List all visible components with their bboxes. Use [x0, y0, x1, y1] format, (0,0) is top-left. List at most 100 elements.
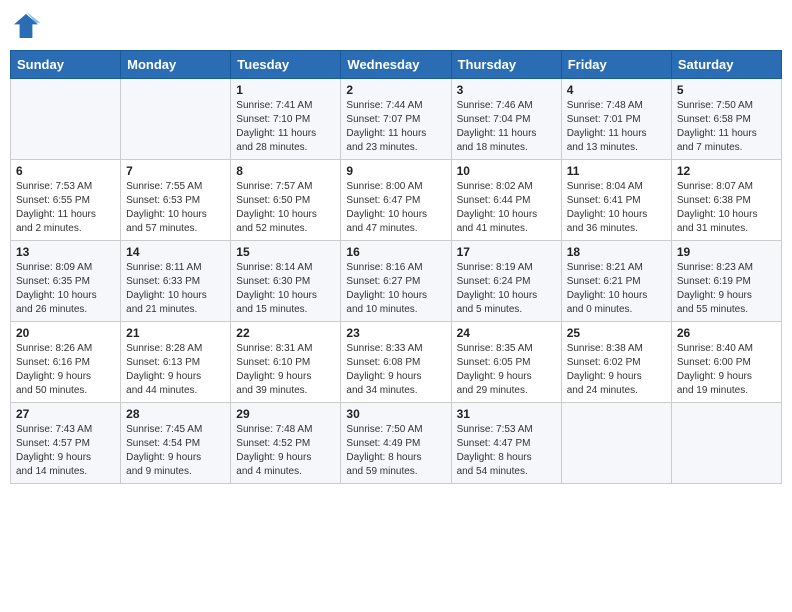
calendar-cell: 31 Sunrise: 7:53 AM Sunset: 4:47 PM Dayli… — [451, 403, 561, 484]
calendar-week: 20 Sunrise: 8:26 AM Sunset: 6:16 PM Dayli… — [11, 322, 782, 403]
day-number: 23 — [346, 326, 445, 340]
calendar-week: 6 Sunrise: 7:53 AM Sunset: 6:55 PM Daylig… — [11, 160, 782, 241]
weekday-header: Friday — [561, 51, 671, 79]
day-info: Sunrise: 7:55 AM Sunset: 6:53 PM Dayligh… — [126, 180, 225, 236]
calendar-header: SundayMondayTuesdayWednesdayThursdayFrid… — [11, 51, 782, 79]
calendar-cell: 10 Sunrise: 8:02 AM Sunset: 6:44 PM Dayli… — [451, 160, 561, 241]
day-info: Sunrise: 8:40 AM Sunset: 6:00 PM Dayligh… — [677, 342, 776, 398]
day-number: 4 — [567, 83, 666, 97]
day-info: Sunrise: 8:19 AM Sunset: 6:24 PM Dayligh… — [457, 261, 556, 317]
page-header — [10, 10, 782, 42]
calendar-table: SundayMondayTuesdayWednesdayThursdayFrid… — [10, 50, 782, 484]
day-number: 28 — [126, 407, 225, 421]
day-info: Sunrise: 7:50 AM Sunset: 4:49 PM Dayligh… — [346, 423, 445, 479]
calendar-cell: 28 Sunrise: 7:45 AM Sunset: 4:54 PM Dayli… — [121, 403, 231, 484]
calendar-body: 1 Sunrise: 7:41 AM Sunset: 7:10 PM Daylig… — [11, 79, 782, 484]
calendar-cell: 2Sunrise: 7:44 AM Sunset: 7:07 PM Daylig… — [341, 79, 451, 160]
day-number: 17 — [457, 245, 556, 259]
day-number: 10 — [457, 164, 556, 178]
calendar-cell: 25Sunrise: 8:38 AM Sunset: 6:02 PM Dayli… — [561, 322, 671, 403]
calendar-cell: 12Sunrise: 8:07 AM Sunset: 6:38 PM Dayli… — [671, 160, 781, 241]
day-number: 11 — [567, 164, 666, 178]
calendar-cell: 11Sunrise: 8:04 AM Sunset: 6:41 PM Dayli… — [561, 160, 671, 241]
day-number: 26 — [677, 326, 776, 340]
day-number: 14 — [126, 245, 225, 259]
calendar-cell — [561, 403, 671, 484]
calendar-cell: 7 Sunrise: 7:55 AM Sunset: 6:53 PM Daylig… — [121, 160, 231, 241]
calendar-week: 27 Sunrise: 7:43 AM Sunset: 4:57 PM Dayli… — [11, 403, 782, 484]
calendar-week: 13 Sunrise: 8:09 AM Sunset: 6:35 PM Dayli… — [11, 241, 782, 322]
day-number: 29 — [236, 407, 335, 421]
day-info: Sunrise: 7:48 AM Sunset: 4:52 PM Dayligh… — [236, 423, 335, 479]
day-info: Sunrise: 7:53 AM Sunset: 6:55 PM Dayligh… — [16, 180, 115, 236]
day-number: 16 — [346, 245, 445, 259]
day-info: Sunrise: 7:45 AM Sunset: 4:54 PM Dayligh… — [126, 423, 225, 479]
calendar-cell: 19 Sunrise: 8:23 AM Sunset: 6:19 PM Dayli… — [671, 241, 781, 322]
day-number: 7 — [126, 164, 225, 178]
day-info: Sunrise: 7:50 AM Sunset: 6:58 PM Dayligh… — [677, 99, 776, 155]
day-number: 9 — [346, 164, 445, 178]
day-number: 3 — [457, 83, 556, 97]
calendar-cell — [671, 403, 781, 484]
day-number: 20 — [16, 326, 115, 340]
calendar-cell: 27 Sunrise: 7:43 AM Sunset: 4:57 PM Dayli… — [11, 403, 121, 484]
day-info: Sunrise: 8:14 AM Sunset: 6:30 PM Dayligh… — [236, 261, 335, 317]
calendar-cell: 5 Sunrise: 7:50 AM Sunset: 6:58 PM Daylig… — [671, 79, 781, 160]
day-number: 5 — [677, 83, 776, 97]
calendar-cell: 22Sunrise: 8:31 AM Sunset: 6:10 PM Dayli… — [231, 322, 341, 403]
calendar-cell: 9 Sunrise: 8:00 AM Sunset: 6:47 PM Daylig… — [341, 160, 451, 241]
calendar-cell: 4 Sunrise: 7:48 AM Sunset: 7:01 PM Daylig… — [561, 79, 671, 160]
day-number: 25 — [567, 326, 666, 340]
day-number: 31 — [457, 407, 556, 421]
day-number: 24 — [457, 326, 556, 340]
weekday-header: Sunday — [11, 51, 121, 79]
day-number: 21 — [126, 326, 225, 340]
day-info: Sunrise: 8:35 AM Sunset: 6:05 PM Dayligh… — [457, 342, 556, 398]
day-info: Sunrise: 7:41 AM Sunset: 7:10 PM Dayligh… — [236, 99, 335, 155]
day-info: Sunrise: 7:43 AM Sunset: 4:57 PM Dayligh… — [16, 423, 115, 479]
day-info: Sunrise: 8:11 AM Sunset: 6:33 PM Dayligh… — [126, 261, 225, 317]
calendar-cell: 15 Sunrise: 8:14 AM Sunset: 6:30 PM Dayli… — [231, 241, 341, 322]
day-info: Sunrise: 8:02 AM Sunset: 6:44 PM Dayligh… — [457, 180, 556, 236]
calendar-cell: 21 Sunrise: 8:28 AM Sunset: 6:13 PM Dayli… — [121, 322, 231, 403]
day-info: Sunrise: 8:23 AM Sunset: 6:19 PM Dayligh… — [677, 261, 776, 317]
day-number: 2 — [346, 83, 445, 97]
calendar-cell — [11, 79, 121, 160]
calendar-cell: 30Sunrise: 7:50 AM Sunset: 4:49 PM Dayli… — [341, 403, 451, 484]
calendar-cell: 17 Sunrise: 8:19 AM Sunset: 6:24 PM Dayli… — [451, 241, 561, 322]
day-info: Sunrise: 8:21 AM Sunset: 6:21 PM Dayligh… — [567, 261, 666, 317]
calendar-cell: 13 Sunrise: 8:09 AM Sunset: 6:35 PM Dayli… — [11, 241, 121, 322]
day-info: Sunrise: 7:53 AM Sunset: 4:47 PM Dayligh… — [457, 423, 556, 479]
calendar-cell: 3Sunrise: 7:46 AM Sunset: 7:04 PM Daylig… — [451, 79, 561, 160]
day-info: Sunrise: 7:57 AM Sunset: 6:50 PM Dayligh… — [236, 180, 335, 236]
weekday-header: Monday — [121, 51, 231, 79]
calendar-cell: 26 Sunrise: 8:40 AM Sunset: 6:00 PM Dayli… — [671, 322, 781, 403]
day-info: Sunrise: 8:16 AM Sunset: 6:27 PM Dayligh… — [346, 261, 445, 317]
calendar-week: 1 Sunrise: 7:41 AM Sunset: 7:10 PM Daylig… — [11, 79, 782, 160]
weekday-header: Tuesday — [231, 51, 341, 79]
weekday-header: Thursday — [451, 51, 561, 79]
day-info: Sunrise: 8:00 AM Sunset: 6:47 PM Dayligh… — [346, 180, 445, 236]
day-number: 1 — [236, 83, 335, 97]
calendar-cell: 8 Sunrise: 7:57 AM Sunset: 6:50 PM Daylig… — [231, 160, 341, 241]
calendar-cell — [121, 79, 231, 160]
day-number: 19 — [677, 245, 776, 259]
day-info: Sunrise: 8:09 AM Sunset: 6:35 PM Dayligh… — [16, 261, 115, 317]
logo — [10, 10, 46, 42]
day-info: Sunrise: 8:28 AM Sunset: 6:13 PM Dayligh… — [126, 342, 225, 398]
day-number: 27 — [16, 407, 115, 421]
day-info: Sunrise: 8:26 AM Sunset: 6:16 PM Dayligh… — [16, 342, 115, 398]
calendar-cell: 29 Sunrise: 7:48 AM Sunset: 4:52 PM Dayli… — [231, 403, 341, 484]
calendar-cell: 20 Sunrise: 8:26 AM Sunset: 6:16 PM Dayli… — [11, 322, 121, 403]
day-info: Sunrise: 8:33 AM Sunset: 6:08 PM Dayligh… — [346, 342, 445, 398]
day-number: 15 — [236, 245, 335, 259]
logo-icon — [10, 10, 42, 42]
calendar-cell: 14 Sunrise: 8:11 AM Sunset: 6:33 PM Dayli… — [121, 241, 231, 322]
day-info: Sunrise: 7:48 AM Sunset: 7:01 PM Dayligh… — [567, 99, 666, 155]
day-number: 13 — [16, 245, 115, 259]
weekday-header: Saturday — [671, 51, 781, 79]
calendar-cell: 24 Sunrise: 8:35 AM Sunset: 6:05 PM Dayli… — [451, 322, 561, 403]
weekday-header: Wednesday — [341, 51, 451, 79]
day-number: 8 — [236, 164, 335, 178]
day-number: 6 — [16, 164, 115, 178]
